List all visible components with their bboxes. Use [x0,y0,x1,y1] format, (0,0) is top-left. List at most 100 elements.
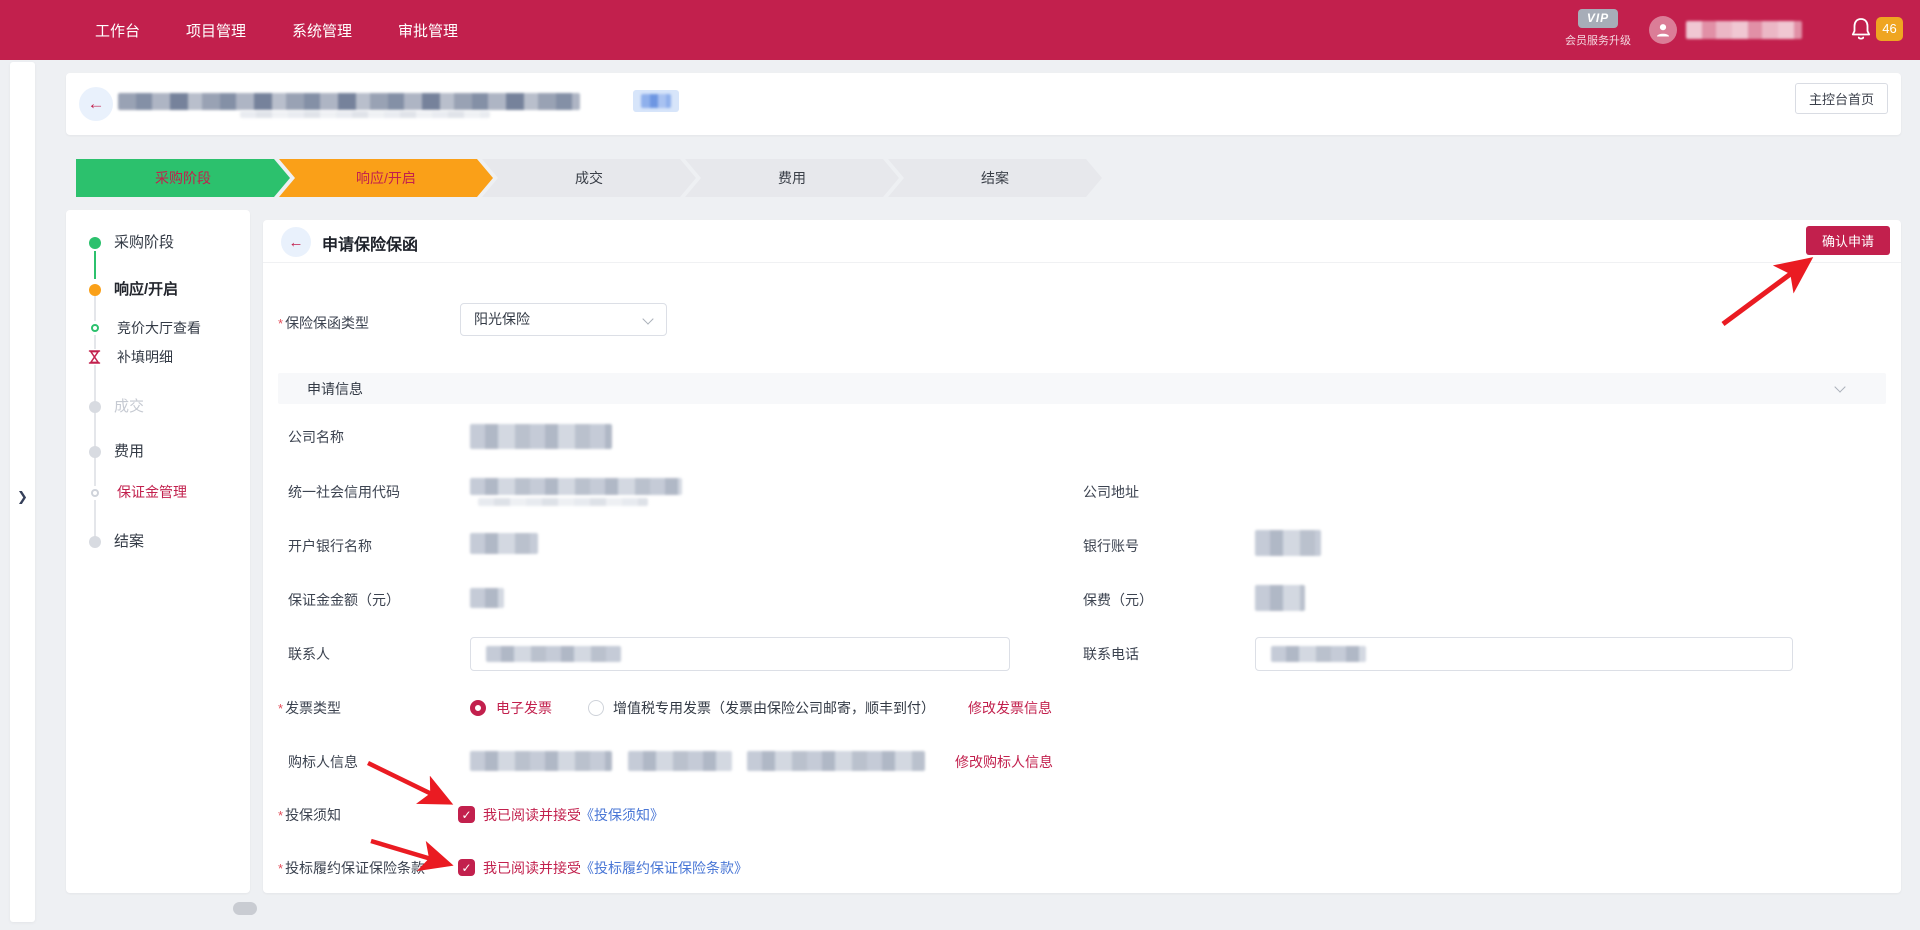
nav-item-system-management[interactable]: 系统管理 [292,20,352,41]
page-title: 申请保险保函 [322,231,418,255]
terms-document-link[interactable]: 《投标履约保证保险条款》 [580,858,748,878]
phase-stepper: 采购阶段 响应/开启 成交 费用 结案 [76,159,1102,197]
stepper-step-procurement[interactable]: 采购阶段 [76,159,290,197]
vip-upgrade[interactable]: VIP 会员服务升级 [1560,9,1636,48]
redacted-contact-name [486,646,621,662]
redacted-project-subtitle [240,111,490,118]
scrollbar-thumb[interactable] [233,902,257,915]
form-back-button[interactable]: ← [281,227,311,257]
timeline-dot-fees [89,446,101,458]
electronic-invoice-option[interactable]: 电子发票 [496,698,552,718]
redacted-username[interactable] [1686,21,1802,39]
timeline-connector-done [94,251,96,279]
nav-item-project-management[interactable]: 项目管理 [186,20,246,41]
edit-buyer-info-link[interactable]: 修改购标人信息 [955,752,1053,772]
redacted-deposit-amount [470,588,504,608]
header-back-button[interactable]: ← [79,87,113,121]
redacted-contact-phone [1271,646,1366,662]
sidebar-item-fees[interactable]: 费用 [114,442,144,462]
notice-document-link[interactable]: 《投保须知》 [580,805,664,825]
redacted-premium [1255,585,1305,611]
stepper-step-response-open[interactable]: 响应/开启 [279,159,493,197]
buyer-info-label: 购标人信息 [288,752,358,772]
sidebar-item-fill-details[interactable]: 补填明细 [117,347,173,367]
bank-name-label: 开户银行名称 [288,536,372,556]
bank-account-label: 银行账号 [1083,536,1139,556]
sidebar-item-response-open[interactable]: 响应/开启 [114,280,178,300]
redacted-project-title [118,93,580,110]
chevron-down-icon [642,313,653,324]
redacted-credit-code-line2 [478,498,648,506]
insurance-notice-label: *投保须知 [278,805,341,825]
required-marker: * [278,861,283,876]
sidebar-item-deposit-management[interactable]: 保证金管理 [117,482,187,502]
edit-invoice-info-link[interactable]: 修改发票信息 [968,698,1052,718]
insurance-type-label: *保险保函类型 [278,313,369,333]
section-apply-info[interactable]: 申请信息 [278,373,1886,404]
notification-bell-icon[interactable] [1850,17,1872,43]
stepper-step-close[interactable]: 结案 [888,159,1102,197]
notice-agree-text: 我已阅读并接受 [483,805,581,825]
notification-count-badge: 46 [1876,17,1903,41]
vip-icon: VIP [1578,9,1618,28]
contact-phone-input[interactable] [1255,637,1793,671]
main-title-row [263,220,1901,263]
nav-item-workbench[interactable]: 工作台 [95,20,140,41]
contact-name-input[interactable] [470,637,1010,671]
redacted-credit-code [470,478,682,495]
circle-outline-icon [89,486,101,500]
confirm-apply-button[interactable]: 确认申请 [1806,226,1890,255]
redacted-bank-account [1255,530,1321,556]
main-menu: 工作台 项目管理 系统管理 审批管理 [95,0,458,60]
hourglass-icon [87,349,102,365]
bond-terms-label: *投标履约保证保险条款 [278,858,425,878]
sidebar-item-deal[interactable]: 成交 [114,397,144,417]
back-arrow-icon: ← [88,94,105,114]
redacted-buyer-id [747,751,925,771]
timeline-dot-response [89,284,101,296]
collapsed-panel: ❯ [10,62,35,922]
expand-panel-button[interactable]: ❯ [10,482,35,512]
redacted-buyer-name [470,751,612,771]
sidebar-item-close[interactable]: 结案 [114,532,144,552]
required-marker: * [278,701,283,716]
deposit-amount-label: 保证金金额（元） [288,590,400,610]
console-home-button[interactable]: 主控台首页 [1795,83,1888,114]
timeline-dot-close [89,536,101,548]
vip-subtitle: 会员服务升级 [1560,32,1636,48]
redacted-bank-name [470,533,538,554]
terms-agree-text: 我已阅读并接受 [483,858,581,878]
company-name-label: 公司名称 [288,427,344,447]
check-icon: ✓ [461,808,471,822]
redacted-status-tag [633,90,679,112]
vat-invoice-option[interactable]: 增值税专用发票（发票由保险公司邮寄，顺丰到付） [613,698,935,718]
stepper-step-deal[interactable]: 成交 [482,159,696,197]
circle-outline-icon [89,321,101,335]
check-icon: ✓ [461,861,471,875]
premium-label: 保费（元） [1083,590,1153,610]
sidebar-item-procurement[interactable]: 采购阶段 [114,233,174,253]
terms-checkbox[interactable]: ✓ [458,859,475,876]
contact-phone-label: 联系电话 [1083,644,1139,664]
notice-checkbox[interactable]: ✓ [458,806,475,823]
required-marker: * [278,316,283,331]
stepper-step-fees[interactable]: 费用 [685,159,899,197]
avatar[interactable] [1649,16,1677,44]
sidebar-item-bidding-hall[interactable]: 竞价大厅查看 [117,318,201,338]
user-icon [1655,22,1671,38]
company-address-label: 公司地址 [1083,482,1139,502]
redacted-company-name [470,424,612,449]
contact-name-label: 联系人 [288,644,330,664]
redacted-buyer-phone [628,751,732,771]
insurance-type-select[interactable]: 阳光保险 [460,303,667,336]
radio-electronic-invoice[interactable] [470,700,486,716]
timeline-dot-deal [89,401,101,413]
radio-vat-invoice[interactable] [588,700,604,716]
section-title: 申请信息 [307,379,363,399]
back-arrow-icon: ← [289,234,304,251]
nav-item-approval-management[interactable]: 审批管理 [398,20,458,41]
top-navbar: 工作台 项目管理 系统管理 审批管理 VIP 会员服务升级 46 [0,0,1920,60]
required-marker: * [278,808,283,823]
credit-code-label: 统一社会信用代码 [288,482,400,502]
invoice-type-label: *发票类型 [278,698,341,718]
